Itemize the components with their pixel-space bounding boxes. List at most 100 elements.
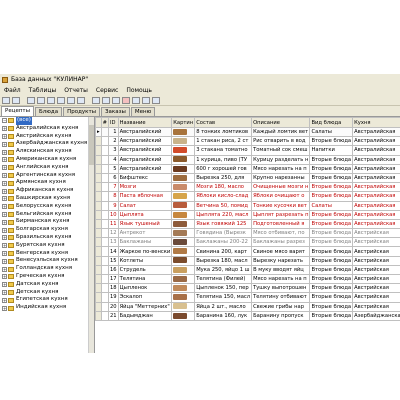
cell-description[interactable]: Крупно нарезанны [251,172,311,184]
cell-name[interactable]: Телятина [117,273,173,285]
cell-cuisine[interactable]: Австрийская [352,301,400,312]
cell-kind[interactable]: Вторые блюда [309,292,354,303]
plus-icon[interactable]: + [2,227,7,233]
cell-picture[interactable] [171,145,196,156]
cell-id[interactable]: 1 [107,126,119,138]
cell-cuisine[interactable]: Австралийская [352,218,400,230]
tree-item[interactable]: + Египетская кухня [0,296,94,304]
cell-picture[interactable] [171,301,196,312]
tree-item[interactable]: + Бразильская кухня [0,234,94,242]
cell-name[interactable]: Язык тушеный [117,218,173,230]
column-header[interactable]: # [100,117,109,128]
cell-description[interactable]: Свиное мясо варят [251,246,311,257]
cell-id[interactable]: 4 [107,154,119,165]
plus-icon[interactable]: + [2,157,7,163]
cell-picture[interactable] [171,136,196,147]
cell-kind[interactable]: Салаты [309,200,354,211]
cell-composition[interactable]: Баранина 160, лук [194,310,253,321]
cell-cuisine[interactable]: Австрийская [352,228,400,239]
tree-item[interactable]: + Башкирская кухня [0,195,94,203]
cell-cuisine[interactable]: Австрийская [352,264,400,276]
cell-cuisine[interactable]: Австралийская [352,163,400,174]
cell-picture[interactable] [171,154,196,165]
cell-kind[interactable]: Вторые блюда [309,255,354,266]
column-header[interactable]: ID [107,117,119,128]
tree-item[interactable]: + Австралийская кухня [0,125,94,133]
tree-item[interactable]: + Греческая кухня [0,273,94,281]
save-icon[interactable] [142,96,150,104]
cell-id[interactable]: 11 [107,218,119,230]
cell-cuisine[interactable]: Австралийская [352,126,400,138]
cell-composition[interactable]: 1 стакан риса, 2 ст [194,136,253,147]
cell-cuisine[interactable]: Австралийская [352,182,400,193]
cell-kind[interactable]: Вторые блюда [309,191,354,202]
cell-cuisine[interactable]: Австралийская [352,191,400,202]
plus-icon[interactable]: + [2,219,7,225]
cell-picture[interactable] [171,200,196,211]
table-row[interactable]: 13 Баклажаны Баклажаны 200-22 Баклажаны раз… [95,237,400,248]
plus-icon[interactable]: + [2,274,7,280]
cell-id[interactable]: 17 [107,273,119,285]
column-header[interactable]: Название [117,117,173,128]
cell-name[interactable]: Яйца "Меттерних" [117,301,173,312]
cell-picture[interactable] [171,292,196,303]
menu-tables[interactable]: Таблицы [29,87,57,94]
plus-icon[interactable]: + [2,305,7,311]
cell-id[interactable]: 21 [107,310,119,321]
cell-cuisine[interactable]: Австралийская [352,145,400,156]
table-row[interactable]: 2 Австралийский 1 стакан риса, 2 ст Рис отв… [95,136,400,147]
plus-icon[interactable]: + [2,133,7,139]
cell-picture[interactable] [171,255,196,266]
cell-kind[interactable]: Вторые блюда [309,246,354,257]
cell-description[interactable]: В муку вводят яйц [251,264,311,276]
cell-description[interactable]: Баклажаны разрез [251,237,311,248]
cell-cuisine[interactable]: Австрийская [352,255,400,266]
column-header[interactable]: Вид блюда [309,117,354,128]
cell-name[interactable]: Цыплята [117,209,173,220]
help-icon[interactable] [152,96,160,104]
tree-item[interactable]: + Белорусская кухня [0,203,94,211]
cell-description[interactable]: Очищенные мозги н [251,182,311,193]
cell-composition[interactable]: Цыплята 220, масл [194,209,253,220]
cell-composition[interactable]: 3 стакана томатно [194,145,253,156]
cell-cuisine[interactable]: Австралийская [352,154,400,165]
cell-cuisine[interactable]: Австралийская [352,209,400,220]
cell-name[interactable]: Котлеты [117,255,173,266]
cell-name[interactable]: Мозги [117,182,173,193]
tree-item[interactable]: + Английская кухня [0,164,94,172]
cell-kind[interactable]: Напитки [309,145,354,156]
cell-kind[interactable]: Вторые блюда [309,237,354,248]
cell-kind[interactable]: Вторые блюда [309,172,354,184]
cell-picture[interactable] [171,172,196,184]
cell-name[interactable]: Паста яблочная [117,191,173,202]
table-row[interactable]: 12 Антрекот Говядина (Вырезк Мясо отбивают,… [95,228,400,239]
cell-cuisine[interactable]: Австрийская [352,292,400,303]
cell-composition[interactable]: Яйца 2 шт., масло [194,301,253,312]
cell-id[interactable]: 13 [107,237,119,248]
cell-kind[interactable]: Салаты [309,126,354,138]
cell-name[interactable]: Цыпленок [117,283,173,294]
cell-name[interactable]: Эскалоп [117,292,173,303]
cell-id[interactable]: 8 [107,191,119,202]
plus-icon[interactable]: + [2,172,7,178]
table-row[interactable]: 18 Цыпленок Цыпленок 150, пер Тушку выпотро… [95,283,400,294]
plus-icon[interactable]: + [2,258,7,264]
cell-name[interactable]: Бадымджан [117,310,173,321]
cell-kind[interactable]: Вторые блюда [309,310,354,321]
cell-description[interactable]: Яблоки очищают о [251,191,311,202]
cell-description[interactable]: Рис отварить в вод [251,136,311,147]
cell-cuisine[interactable]: Австралийская [352,172,400,184]
stop-icon[interactable] [122,96,130,104]
tree-item[interactable]: + Венгерская кухня [0,250,94,258]
dishes-icon[interactable] [12,96,20,104]
tree-item[interactable]: + Африканская кухня [0,187,94,195]
tree-item[interactable]: + Бельгийская кухня [0,211,94,219]
cell-kind[interactable]: Вторые блюда [309,218,354,230]
people-icon[interactable] [2,96,10,104]
cell-picture[interactable] [171,264,196,276]
minus-icon[interactable]: − [2,118,7,124]
cell-picture[interactable] [171,310,196,321]
cell-composition[interactable]: Говядина (Вырезк [194,228,253,239]
cell-kind[interactable]: Вторые блюда [309,154,354,165]
cell-kind[interactable]: Вторые блюда [309,163,354,174]
